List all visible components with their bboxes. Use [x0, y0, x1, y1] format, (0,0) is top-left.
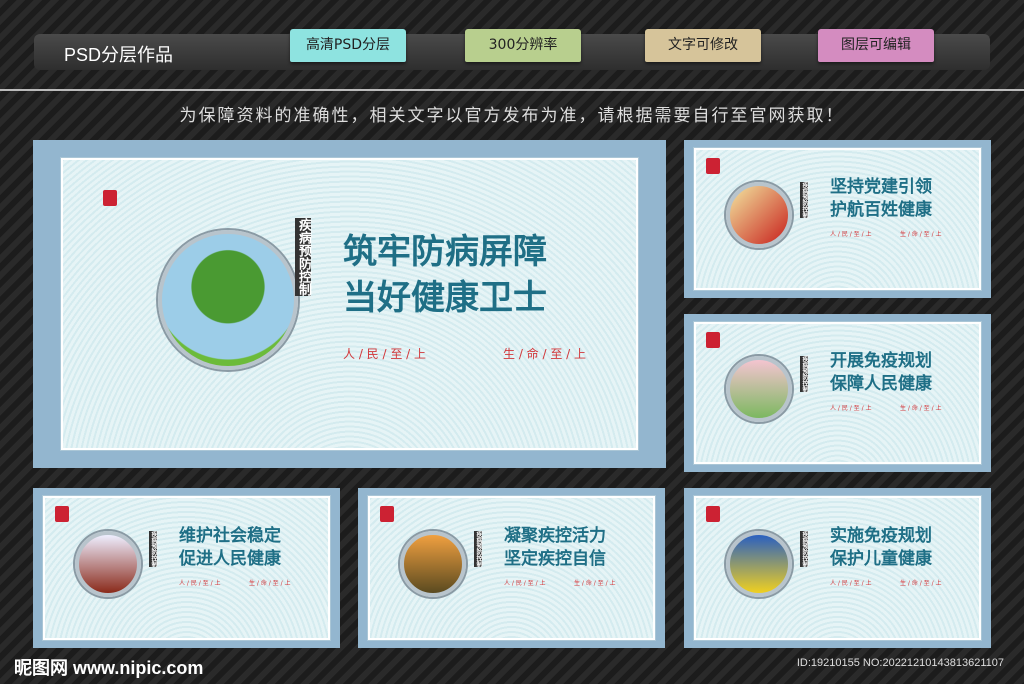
headline-line-1: 维护社会稳定 — [179, 526, 281, 546]
photo-circle — [726, 356, 792, 422]
poster-card: 疾病预防控制 维护社会稳定 促进人民健康 人 / 民 / 至 / 上 生 / 命… — [33, 488, 340, 648]
headline-line-2: 保障人民健康 — [830, 373, 932, 394]
vertical-label: 疾病预防控制 — [800, 182, 808, 218]
seal-icon — [103, 190, 117, 206]
headline: 凝聚疾控活力 坚定疾控自信 — [504, 525, 606, 571]
slogan-left: 人 / 民 / 至 / 上 — [343, 346, 427, 361]
seal-icon — [706, 506, 720, 522]
headline: 实施免疫规划 保护儿童健康 — [830, 525, 932, 571]
vertical-label: 疾病预防控制 — [800, 356, 808, 392]
photo-circle — [75, 531, 141, 597]
vertical-label: 疾病预防控制 — [149, 531, 157, 567]
poster-inner: 疾病预防控制 坚持党建引领 护航百姓健康 人 / 民 / 至 / 上 生 / 命… — [693, 147, 982, 291]
poster-inner: 疾病预防控制 开展免疫规划 保障人民健康 人 / 民 / 至 / 上 生 / 命… — [693, 321, 982, 465]
seal-icon — [55, 506, 69, 522]
slogan-right: 生 / 命 / 至 / 上 — [900, 405, 942, 413]
headline-line-1: 凝聚疾控活力 — [504, 526, 606, 546]
headline-line-1: 开展免疫规划 — [830, 351, 932, 371]
seal-icon — [706, 158, 720, 174]
slogan-left: 人 / 民 / 至 / 上 — [830, 580, 872, 588]
slogan-right: 生 / 命 / 至 / 上 — [900, 231, 942, 239]
poster-inner: 疾病预防控制 维护社会稳定 促进人民健康 人 / 民 / 至 / 上 生 / 命… — [42, 495, 331, 641]
slogan-left: 人 / 民 / 至 / 上 — [830, 231, 872, 239]
poster-card: 疾病预防控制 开展免疫规划 保障人民健康 人 / 民 / 至 / 上 生 / 命… — [684, 314, 991, 472]
photo-circle — [158, 230, 298, 370]
slogan-right: 生 / 命 / 至 / 上 — [503, 346, 587, 361]
watermark-logo: 昵图网 www.nipic.com — [14, 658, 204, 678]
slogan-right: 生 / 命 / 至 / 上 — [574, 580, 616, 588]
poster-card: 疾病预防控制 筑牢防病屏障 当好健康卫士 人 / 民 / 至 / 上 生 / 命… — [33, 140, 666, 468]
photo-circle — [400, 531, 466, 597]
headline: 坚持党建引领 护航百姓健康 — [830, 176, 932, 222]
notice-text: 为保障资料的准确性，相关文字以官方发布为准，请根据需要自行至官网获取！ — [179, 106, 845, 126]
headline: 筑牢防病屏障 当好健康卫士 — [343, 230, 547, 322]
headline-line-2: 促进人民健康 — [179, 548, 281, 569]
headline-line-1: 坚持党建引领 — [830, 177, 932, 197]
headline-line-2: 保护儿童健康 — [830, 548, 932, 569]
tag-hd-psd: 高清PSD分层 — [290, 29, 406, 62]
header-title: PSD分层作品 — [64, 45, 174, 65]
seal-icon — [380, 506, 394, 522]
poster-card: 疾病预防控制 凝聚疾控活力 坚定疾控自信 人 / 民 / 至 / 上 生 / 命… — [358, 488, 665, 648]
tag-editable-layers: 图层可编辑 — [818, 29, 934, 62]
poster-inner: 疾病预防控制 凝聚疾控活力 坚定疾控自信 人 / 民 / 至 / 上 生 / 命… — [367, 495, 656, 641]
headline-line-2: 护航百姓健康 — [830, 199, 932, 220]
headline-line-1: 筑牢防病屏障 — [343, 232, 547, 272]
tag-editable-text: 文字可修改 — [645, 29, 761, 62]
vertical-label: 疾病预防控制 — [474, 531, 482, 567]
slogan-left: 人 / 民 / 至 / 上 — [504, 580, 546, 588]
slogan-left: 人 / 民 / 至 / 上 — [179, 580, 221, 588]
poster-card: 疾病预防控制 坚持党建引领 护航百姓健康 人 / 民 / 至 / 上 生 / 命… — [684, 140, 991, 298]
image-id: ID:19210155 NO:20221210143813621107 — [796, 657, 1004, 669]
divider — [0, 89, 1024, 91]
poster-inner: 疾病预防控制 筑牢防病屏障 当好健康卫士 人 / 民 / 至 / 上 生 / 命… — [60, 157, 639, 451]
slogan-right: 生 / 命 / 至 / 上 — [249, 580, 291, 588]
tag-resolution: 300分辨率 — [465, 29, 581, 62]
slogan-left: 人 / 民 / 至 / 上 — [830, 405, 872, 413]
seal-icon — [706, 332, 720, 348]
poster-card: 疾病预防控制 实施免疫规划 保护儿童健康 人 / 民 / 至 / 上 生 / 命… — [684, 488, 991, 648]
vertical-label: 疾病预防控制 — [800, 531, 808, 567]
photo-circle — [726, 182, 792, 248]
slogan-right: 生 / 命 / 至 / 上 — [900, 580, 942, 588]
headline: 开展免疫规划 保障人民健康 — [830, 350, 932, 396]
headline-line-2: 坚定疾控自信 — [504, 548, 606, 569]
poster-inner: 疾病预防控制 实施免疫规划 保护儿童健康 人 / 民 / 至 / 上 生 / 命… — [693, 495, 982, 641]
headline: 维护社会稳定 促进人民健康 — [179, 525, 281, 571]
headline-line-1: 实施免疫规划 — [830, 526, 932, 546]
photo-circle — [726, 531, 792, 597]
headline-line-2: 当好健康卫士 — [343, 277, 547, 318]
vertical-label: 疾病预防控制 — [295, 218, 311, 296]
